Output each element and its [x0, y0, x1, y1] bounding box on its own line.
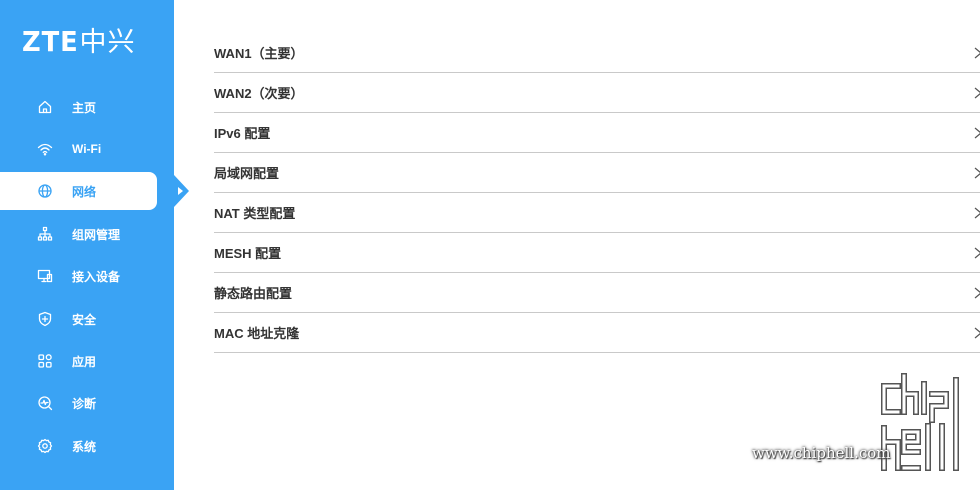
- shield-icon: [37, 311, 53, 327]
- sidebar-item-connected-devices[interactable]: 接入设备: [0, 257, 157, 295]
- router-admin-page: ZTE中兴 主页 Wi-Fi 网络 组网管理 接入设备 安全 应用 诊断 系统 …: [0, 0, 980, 490]
- sidebar-item-label: Wi-Fi: [72, 142, 102, 156]
- gear-icon: [37, 438, 53, 454]
- menu-row-wan2[interactable]: WAN2（次要）: [214, 73, 980, 113]
- sidebar-item-label: 系统: [72, 439, 97, 454]
- watermark-url: www.chiphell.com: [752, 444, 891, 462]
- chiphell-logo: [880, 372, 972, 472]
- sidebar-item-label: 接入设备: [72, 269, 121, 284]
- apps-grid-icon: [37, 353, 53, 369]
- sidebar-item-label: 主页: [72, 100, 97, 115]
- menu-row-label: IPv6 配置: [214, 126, 271, 141]
- sidebar-item-label: 应用: [72, 354, 97, 369]
- sidebar-item-wifi[interactable]: Wi-Fi: [0, 130, 157, 168]
- menu-row-static-route[interactable]: 静态路由配置: [214, 273, 980, 313]
- globe-icon: [37, 183, 53, 199]
- chevron-right-icon: [972, 126, 980, 140]
- logo-cjk-text: 中兴: [79, 27, 136, 58]
- sidebar-item-system[interactable]: 系统: [0, 427, 157, 465]
- sidebar-item-label: 网络: [72, 184, 97, 199]
- sidebar: ZTE中兴 主页 Wi-Fi 网络 组网管理 接入设备 安全 应用 诊断 系统: [0, 0, 174, 490]
- menu-row-label: 局域网配置: [214, 166, 280, 181]
- devices-icon: [37, 268, 53, 284]
- sidebar-item-label: 组网管理: [72, 227, 121, 242]
- chevron-right-icon: [972, 166, 980, 180]
- menu-row-nat-type[interactable]: NAT 类型配置: [214, 193, 980, 233]
- sidebar-item-mesh-management[interactable]: 组网管理: [0, 215, 157, 253]
- sidebar-item-apps[interactable]: 应用: [0, 342, 157, 380]
- chevron-right-icon: [972, 246, 980, 260]
- chevron-right-icon: [972, 46, 980, 60]
- sidebar-item-diagnostics[interactable]: 诊断: [0, 384, 157, 422]
- chiphell-watermark: www.chiphell.com: [752, 372, 976, 482]
- active-item-pointer-arrow: [178, 187, 183, 195]
- sidebar-item-home[interactable]: 主页: [0, 88, 157, 126]
- menu-row-mesh[interactable]: MESH 配置: [214, 233, 980, 273]
- menu-row-label: 静态路由配置: [214, 286, 293, 301]
- zte-logo: ZTE中兴: [22, 24, 136, 60]
- diagnosis-icon: [37, 395, 53, 411]
- menu-row-label: NAT 类型配置: [214, 206, 296, 221]
- menu-row-label: WAN1（主要）: [214, 46, 304, 61]
- wifi-icon: [37, 141, 53, 157]
- sidebar-item-label: 诊断: [72, 396, 97, 411]
- chevron-right-icon: [972, 326, 980, 340]
- chevron-right-icon: [972, 86, 980, 100]
- menu-row-lan[interactable]: 局域网配置: [214, 153, 980, 193]
- sidebar-item-network[interactable]: 网络: [0, 172, 157, 210]
- menu-row-wan1[interactable]: WAN1（主要）: [214, 33, 980, 73]
- logo-latin-text: ZTE: [22, 25, 79, 58]
- menu-row-label: MAC 地址克隆: [214, 326, 300, 341]
- chevron-right-icon: [972, 206, 980, 220]
- menu-row-label: MESH 配置: [214, 246, 282, 261]
- menu-row-mac-clone[interactable]: MAC 地址克隆: [214, 313, 980, 353]
- network-settings-menu: WAN1（主要） WAN2（次要） IPv6 配置 局域网配置 NAT 类型配置…: [214, 33, 980, 353]
- chevron-right-icon: [972, 286, 980, 300]
- menu-row-ipv6[interactable]: IPv6 配置: [214, 113, 980, 153]
- menu-row-label: WAN2（次要）: [214, 86, 304, 101]
- sidebar-item-label: 安全: [72, 312, 97, 327]
- home-icon: [37, 99, 53, 115]
- sidebar-item-security[interactable]: 安全: [0, 300, 157, 338]
- network-topology-icon: [37, 226, 53, 242]
